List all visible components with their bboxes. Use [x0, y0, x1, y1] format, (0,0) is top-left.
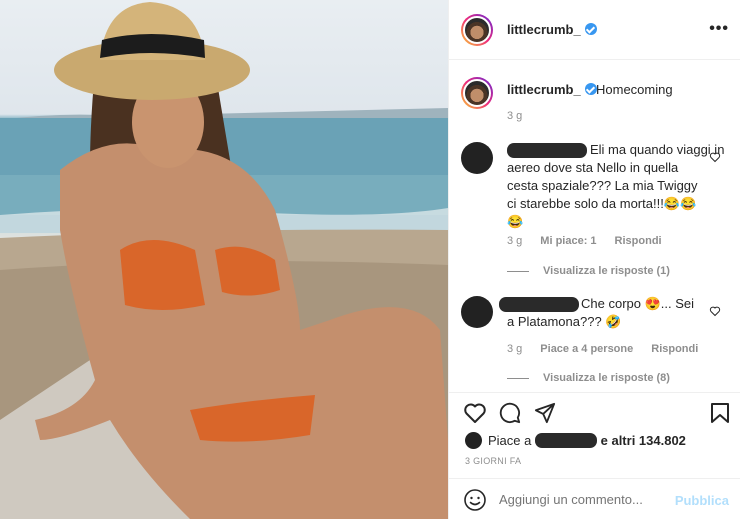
- caption-avatar[interactable]: [461, 77, 493, 109]
- more-options-icon[interactable]: •••: [709, 20, 729, 38]
- caption-text: Homecoming: [596, 82, 673, 97]
- post-header: littlecrumb_ •••: [449, 0, 740, 60]
- comment-meta: 3 g Piace a 4 persone Rispondi: [507, 343, 716, 355]
- like-comment-heart-icon[interactable]: [709, 151, 721, 163]
- caption-time[interactable]: 3 g: [507, 110, 522, 122]
- publish-button[interactable]: Pubblica: [675, 493, 729, 508]
- comment-reply-button[interactable]: Rispondi: [651, 343, 698, 355]
- comment-meta: 3 g Mi piace: 1 Rispondi: [507, 235, 680, 247]
- likes-prefix: Piace a: [488, 433, 532, 448]
- post-side-panel: littlecrumb_ ••• littlecrumb_ Homecoming…: [448, 0, 740, 519]
- comment-bubble-icon[interactable]: [499, 402, 521, 424]
- comment-reply-button[interactable]: Rispondi: [615, 235, 662, 247]
- comment-avatar[interactable]: [461, 142, 493, 174]
- like-heart-icon[interactable]: [463, 402, 487, 424]
- liker-avatar: [465, 432, 482, 449]
- redacted-username: [507, 143, 587, 158]
- comment-input[interactable]: [499, 492, 669, 507]
- comment-text-line: cesta spaziale??? La mia Twiggy: [507, 178, 698, 193]
- replies-divider: [507, 270, 529, 272]
- view-replies-label[interactable]: Visualizza le risposte (8): [543, 372, 670, 384]
- comment-text-line: Eli ma quando viaggi in: [590, 142, 725, 157]
- emoji-smiley-icon[interactable]: [463, 488, 487, 512]
- likes-summary[interactable]: Piace a e altri 134.802: [465, 432, 686, 449]
- post-photo-illustration: [0, 2, 448, 519]
- comment-time[interactable]: 3 g: [507, 235, 522, 247]
- comment-text-line: a Platamona??? 🤣: [507, 314, 622, 329]
- caption-username-row[interactable]: littlecrumb_: [507, 82, 597, 97]
- view-replies-button[interactable]: Visualizza le risposte (8): [507, 372, 670, 384]
- verified-badge-icon: [584, 23, 597, 35]
- view-replies-button[interactable]: Visualizza le risposte (1): [507, 265, 670, 277]
- like-comment-heart-icon[interactable]: [709, 305, 721, 317]
- share-paper-plane-icon[interactable]: [534, 402, 556, 424]
- comment-text-line: 😂: [507, 214, 524, 229]
- redacted-username: [535, 433, 597, 448]
- comment-text-line: Che corpo 😍... Sei: [581, 296, 695, 311]
- comment-composer: Pubblica: [449, 478, 740, 519]
- save-bookmark-icon[interactable]: [710, 402, 730, 424]
- comment-avatar[interactable]: [461, 296, 493, 328]
- view-replies-label[interactable]: Visualizza le risposte (1): [543, 265, 670, 277]
- comment-time[interactable]: 3 g: [507, 343, 522, 355]
- comment-text-line: aereo dove sta Nello in quella: [507, 160, 679, 175]
- comment-likes[interactable]: Mi piace: 1: [540, 235, 596, 247]
- comment-likes[interactable]: Piace a 4 persone: [540, 343, 633, 355]
- author-username[interactable]: littlecrumb_: [507, 22, 581, 37]
- post-timestamp[interactable]: 3 GIORNI FA: [465, 456, 521, 466]
- likes-count[interactable]: e altri 134.802: [601, 433, 686, 448]
- replies-divider: [507, 377, 529, 379]
- author-username-row[interactable]: littlecrumb_: [507, 22, 597, 37]
- verified-badge-icon: [584, 83, 597, 95]
- redacted-username: [499, 297, 579, 312]
- post-photo[interactable]: [0, 0, 448, 519]
- author-avatar[interactable]: [461, 14, 493, 46]
- comment-text-line: ci starebbe solo da morta!!!😂😂: [507, 196, 697, 211]
- caption-username[interactable]: littlecrumb_: [507, 82, 581, 97]
